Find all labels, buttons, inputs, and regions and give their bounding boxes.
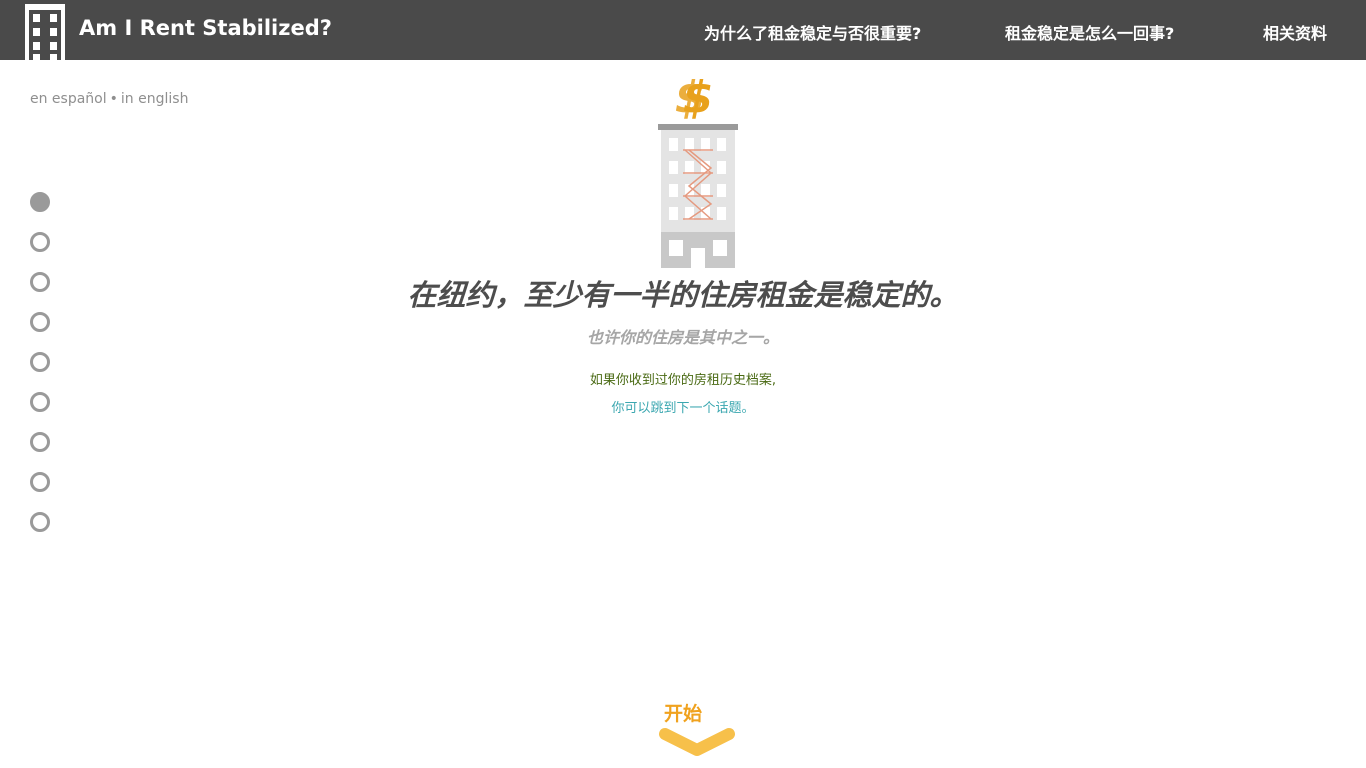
lang-spanish-link[interactable]: en español	[30, 91, 107, 107]
progress-step-1[interactable]	[30, 192, 50, 212]
building-logo-icon[interactable]	[25, 4, 65, 60]
skip-to-next-link[interactable]: 你可以跳到下一个话题。	[611, 401, 754, 416]
hero-headline: 在纽约，至少有一半的住房租金是稳定的。	[407, 278, 959, 312]
progress-step-9[interactable]	[30, 512, 50, 532]
chevron-down-icon[interactable]	[657, 726, 737, 758]
building-with-dollar-icon: $ $	[658, 72, 738, 268]
lang-separator: •	[109, 91, 118, 107]
progress-step-7[interactable]	[30, 432, 50, 452]
hero-subhead: 也许你的住房是其中之一。	[586, 328, 779, 347]
site-title[interactable]: Am I Rent Stabilized?	[79, 16, 332, 40]
nav-what-is-stabilization[interactable]: 租金稳定是怎么一回事?	[1005, 20, 1174, 44]
top-nav-bar: Am I Rent Stabilized? 为什么了租金稳定与否很重要? 租金稳…	[0, 0, 1366, 60]
skip-section: 你可以跳到下一个话题。	[0, 397, 1366, 416]
nav-resources[interactable]: 相关资料	[1263, 20, 1327, 44]
start-label[interactable]: 开始	[0, 699, 1366, 726]
lang-english-link[interactable]: in english	[121, 91, 189, 107]
progress-step-2[interactable]	[30, 232, 50, 252]
rent-history-note: 如果你收到过你的房租历史档案,	[589, 373, 777, 388]
progress-step-8[interactable]	[30, 472, 50, 492]
nav-why-important[interactable]: 为什么了租金稳定与否很重要?	[704, 20, 921, 44]
svg-text:$: $	[675, 72, 706, 123]
language-switcher: en español • in english	[30, 91, 188, 107]
